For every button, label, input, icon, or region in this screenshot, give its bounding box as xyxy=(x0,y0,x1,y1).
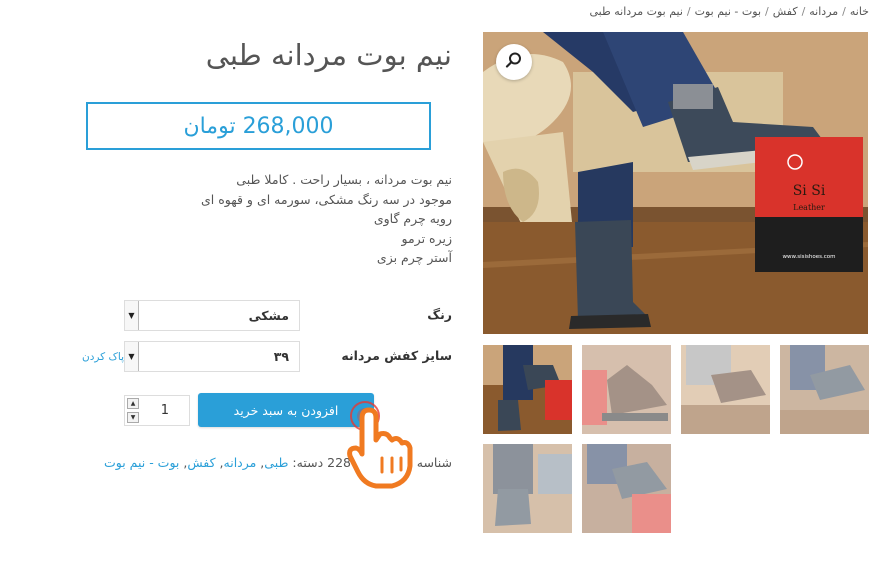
breadcrumb-boots[interactable]: بوت - نیم بوت xyxy=(695,5,761,18)
breadcrumb: خانه/مردانه/کفش/بوت - نیم بوت/نیم بوت مر… xyxy=(590,5,870,18)
gallery-thumbnail-3[interactable] xyxy=(681,345,770,434)
size-select[interactable]: ▼ ۳۹ xyxy=(124,341,300,372)
breadcrumb-current: نیم بوت مردانه طبی xyxy=(589,5,683,18)
category-link[interactable]: کفش xyxy=(187,455,215,470)
chevron-down-icon: ▼ xyxy=(125,342,139,371)
product-title: نیم بوت مردانه طبی xyxy=(205,38,452,72)
description-line: موجود در سه رنگ مشکی، سورمه ای و قهوه ای xyxy=(200,191,452,207)
chevron-down-icon: ▼ xyxy=(125,301,139,330)
hand-pointer-icon xyxy=(340,396,415,495)
breadcrumb-separator: / xyxy=(842,5,846,18)
category-label: دسته: xyxy=(292,455,324,470)
category-link[interactable]: مردانه xyxy=(224,455,257,470)
category-link[interactable]: طبی xyxy=(264,455,288,470)
description-line: زیره ترمو xyxy=(401,230,452,246)
quantity-value: 1 xyxy=(160,403,169,418)
breadcrumb-separator: / xyxy=(765,5,769,18)
chevron-down-icon[interactable]: ▼ xyxy=(127,412,139,423)
box-brand-text: Si Si xyxy=(793,183,826,199)
gallery-thumbnail-2[interactable] xyxy=(582,345,671,434)
price-box: 268,000 تومان xyxy=(86,102,431,150)
product-price: 268,000 تومان xyxy=(183,113,334,139)
quantity-stepper[interactable]: ▲ ▼ 1 xyxy=(124,395,190,426)
description-line: نیم بوت مردانه ، بسیار راحت . کاملا طبی xyxy=(236,172,452,187)
category-link[interactable]: بوت - نیم بوت xyxy=(104,455,179,470)
size-select-value: ۳۹ xyxy=(273,349,289,364)
description-line: رویه چرم گاوی xyxy=(373,211,452,226)
color-select-value: مشکی xyxy=(248,308,289,323)
box-sub-text: Leather xyxy=(793,203,825,212)
description-line: آستر چرم بزی xyxy=(376,250,452,265)
product-main-image[interactable]: Si Si Leather www.sisishoes.com xyxy=(483,32,868,334)
color-label: رنگ xyxy=(427,307,452,322)
breadcrumb-separator: / xyxy=(801,5,806,18)
breadcrumb-home[interactable]: خانه xyxy=(850,5,869,18)
color-select[interactable]: ▼ مشکی xyxy=(124,300,300,331)
search-icon xyxy=(505,51,523,73)
quantity-spinner: ▲ ▼ xyxy=(127,398,139,423)
size-label: سایز کفش مردانه xyxy=(341,348,452,363)
chevron-up-icon[interactable]: ▲ xyxy=(127,398,139,409)
box-url-text: www.sisishoes.com xyxy=(783,254,836,260)
gallery-thumbnail-1[interactable] xyxy=(483,345,572,434)
product-description: نیم بوت مردانه ، بسیار راحت . کاملا طبی … xyxy=(112,170,452,268)
breadcrumb-separator: / xyxy=(686,5,691,18)
gallery-thumbnail-4[interactable] xyxy=(780,345,869,434)
gallery-thumbnail-6[interactable] xyxy=(582,444,671,533)
zoom-button[interactable] xyxy=(496,44,532,80)
reset-variations-link[interactable]: پاک کردن xyxy=(82,351,124,363)
gallery-thumbnail-5[interactable] xyxy=(483,444,572,533)
breadcrumb-shoes[interactable]: کفش xyxy=(773,5,798,18)
breadcrumb-men[interactable]: مردانه xyxy=(809,5,838,18)
